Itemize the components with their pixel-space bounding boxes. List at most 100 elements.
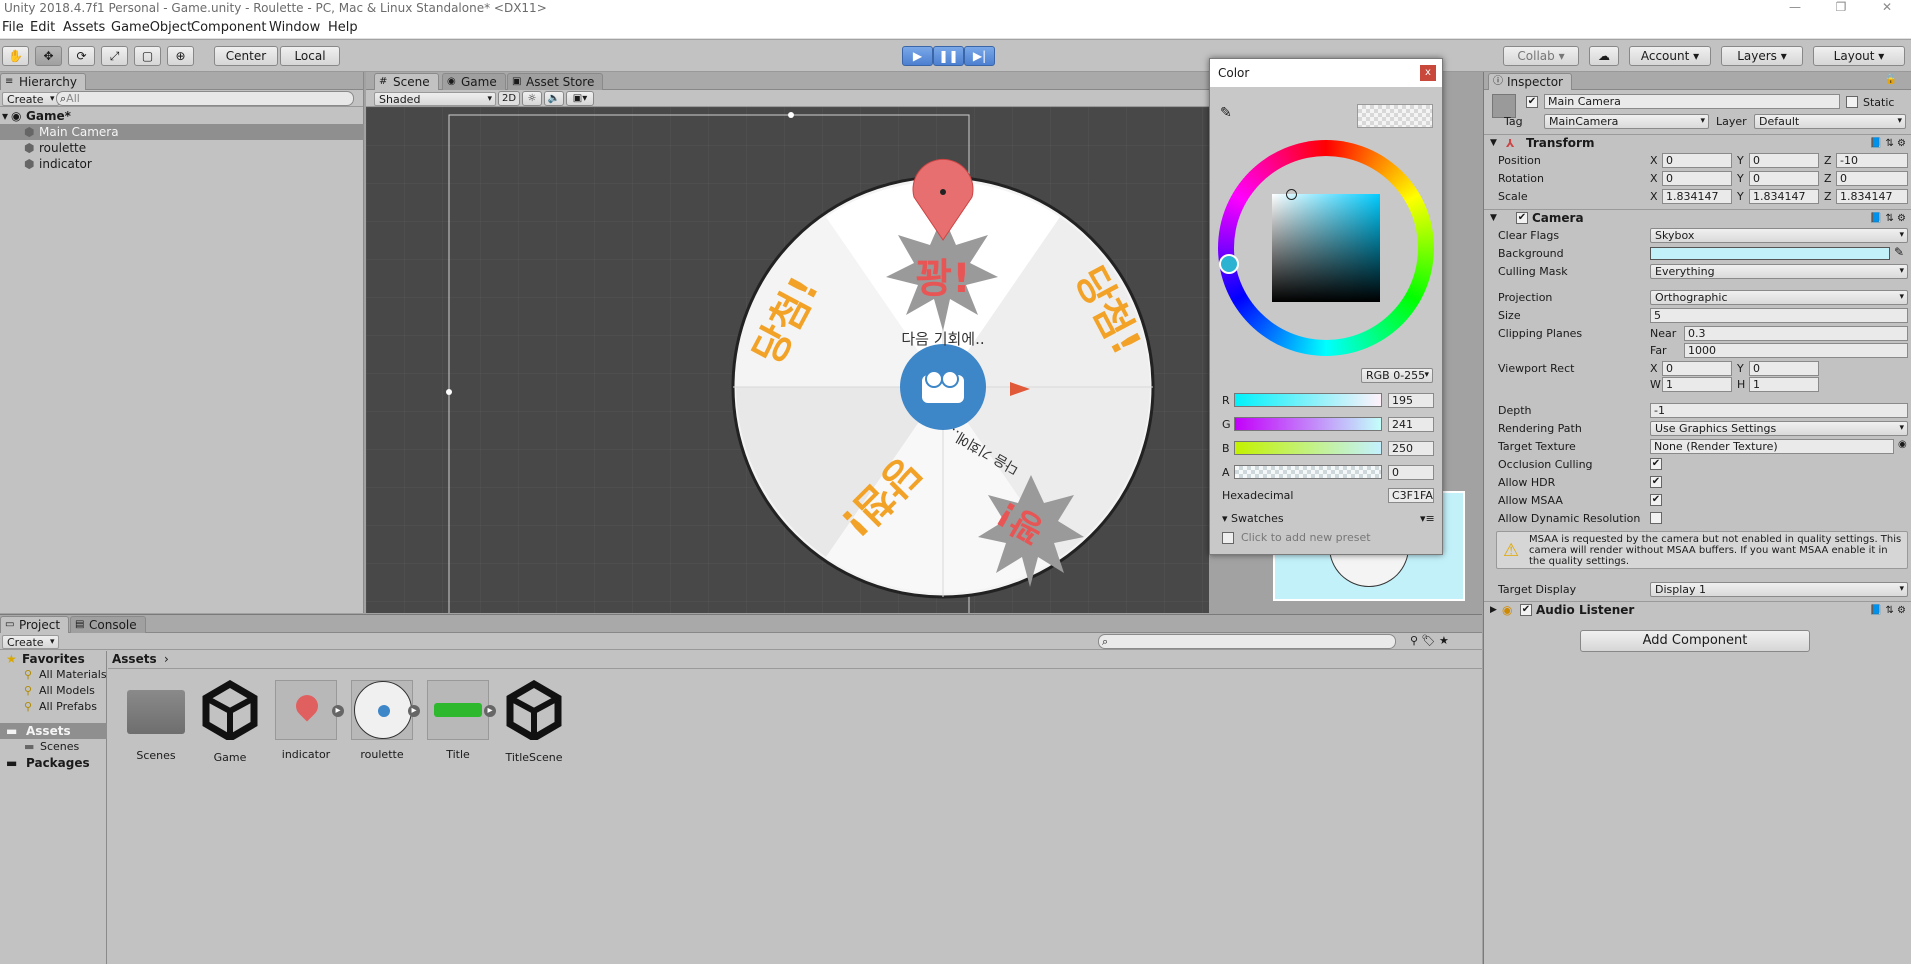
tag-dropdown[interactable]: MainCamera — [1544, 114, 1709, 129]
asset-scenes[interactable]: Scenes — [122, 680, 190, 762]
size-field[interactable]: 5 — [1650, 308, 1908, 323]
scene-root-row[interactable]: ▾ ◉ Game* — [0, 108, 364, 124]
collab-dropdown[interactable]: Collab ▾ — [1503, 46, 1579, 66]
menu-window[interactable]: Window — [269, 20, 320, 35]
minimize-icon[interactable]: — — [1772, 0, 1818, 16]
add-component-button[interactable]: Add Component — [1580, 630, 1810, 652]
eyedropper-icon[interactable]: ✎ — [1220, 105, 1232, 121]
target-display-dropdown[interactable]: Display 1 — [1650, 582, 1908, 597]
cloud-icon[interactable]: ☁ — [1589, 46, 1619, 66]
occlusion-culling-checkbox[interactable]: ✔ — [1650, 458, 1662, 470]
g-value-field[interactable]: 241 — [1388, 417, 1434, 432]
color-mode-dropdown[interactable]: RGB 0-255 — [1361, 368, 1433, 383]
position-x-field[interactable]: 0 — [1662, 153, 1732, 168]
tab-console[interactable]: ▤ Console — [70, 616, 146, 633]
swatches-menu-icon[interactable]: ▾≡ — [1420, 511, 1435, 526]
active-checkbox[interactable]: ✔ — [1526, 96, 1538, 108]
r-slider[interactable] — [1234, 393, 1382, 407]
menu-edit[interactable]: Edit — [30, 20, 55, 35]
allow-msaa-checkbox[interactable]: ✔ — [1650, 494, 1662, 506]
asset-title[interactable]: Title — [424, 680, 492, 761]
component-menu-icons[interactable]: 📘 ⇅ ⚙ — [1870, 210, 1906, 227]
lighting-toggle-icon[interactable]: ☼ — [522, 91, 542, 106]
projection-dropdown[interactable]: Orthographic — [1650, 290, 1908, 305]
object-picker-icon[interactable]: ◉ — [1898, 439, 1907, 450]
expand-sprite-icon[interactable]: ▸ — [484, 705, 496, 717]
scale-z-field[interactable]: 1.834147 — [1836, 189, 1908, 204]
hierarchy-create-dropdown[interactable]: Create — [2, 92, 59, 106]
expand-arrow-icon[interactable]: ▾ — [2, 108, 8, 124]
hierarchy-item-roulette[interactable]: ⬢ roulette — [0, 140, 364, 156]
pivot-center-button[interactable]: Center — [214, 46, 278, 66]
shading-mode-dropdown[interactable]: Shaded — [374, 92, 496, 106]
rotate-tool-icon[interactable]: ⟳ — [68, 46, 95, 66]
rotation-z-field[interactable]: 0 — [1836, 171, 1908, 186]
rendering-path-dropdown[interactable]: Use Graphics Settings — [1650, 421, 1908, 436]
layout-dropdown[interactable]: Layout ▾ — [1813, 46, 1905, 66]
eyedropper-icon[interactable]: ✎ — [1894, 245, 1904, 259]
expand-sprite-icon[interactable]: ▸ — [408, 705, 420, 717]
favorites-row[interactable]: ★ Favorites — [0, 651, 107, 667]
expand-sprite-icon[interactable]: ▸ — [332, 705, 344, 717]
sv-handle[interactable] — [1286, 189, 1297, 200]
hierarchy-item-main-camera[interactable]: ⬢ Main Camera — [0, 124, 364, 140]
target-texture-field[interactable]: None (Render Texture) — [1650, 439, 1894, 454]
near-field[interactable]: 0.3 — [1684, 326, 1908, 341]
asset-game[interactable]: Game — [196, 679, 264, 764]
step-button[interactable]: ▶| — [964, 46, 995, 66]
rect-tool-icon[interactable]: ▢ — [134, 46, 161, 66]
2d-toggle-button[interactable]: 2D — [498, 91, 520, 106]
assets-root-row[interactable]: ▬ Assets — [0, 723, 107, 739]
component-menu-icons[interactable]: 📘 ⇅ ⚙ — [1870, 602, 1906, 619]
transform-component-header[interactable]: ▼ ⅄ Transform 📘 ⇅ ⚙ — [1484, 134, 1911, 152]
scale-tool-icon[interactable]: ⤢ — [101, 46, 128, 66]
project-create-dropdown[interactable]: Create — [2, 635, 59, 649]
assets-scenes-folder[interactable]: ▬ Scenes — [0, 739, 107, 755]
far-field[interactable]: 1000 — [1684, 343, 1908, 358]
hex-value-field[interactable]: C3F1FA — [1388, 488, 1434, 503]
depth-field[interactable]: -1 — [1650, 403, 1908, 418]
account-dropdown[interactable]: Account ▾ — [1629, 46, 1711, 66]
a-value-field[interactable]: 0 — [1388, 465, 1434, 480]
packages-row[interactable]: ▬ Packages — [0, 755, 107, 771]
favorite-all-models[interactable]: ⚲ All Models — [0, 683, 107, 699]
asset-titlescene[interactable]: TitleScene — [500, 679, 568, 764]
swatches-foldout[interactable]: ▾ Swatches — [1222, 511, 1284, 526]
tab-game[interactable]: ◉ Game — [442, 73, 506, 90]
camera-enabled-checkbox[interactable]: ✔ — [1516, 212, 1528, 224]
pause-button[interactable]: ❚❚ — [933, 46, 964, 66]
hand-tool-icon[interactable]: ✋ — [2, 46, 29, 66]
close-icon[interactable]: x — [1420, 65, 1436, 81]
transform-tool-icon[interactable]: ⊕ — [167, 46, 194, 66]
lock-icon[interactable]: 🔒 — [1885, 74, 1897, 85]
culling-mask-dropdown[interactable]: Everything — [1650, 264, 1908, 279]
move-tool-icon[interactable]: ✥ — [35, 46, 62, 66]
r-value-field[interactable]: 195 — [1388, 393, 1434, 408]
hierarchy-item-indicator[interactable]: ⬢ indicator — [0, 156, 364, 172]
close-window-icon[interactable]: ✕ — [1864, 0, 1910, 16]
add-preset-icon[interactable] — [1222, 532, 1234, 544]
viewport-h-field[interactable]: 1 — [1749, 377, 1819, 392]
viewport-y-field[interactable]: 0 — [1749, 361, 1819, 376]
tab-project[interactable]: ▭ Project — [0, 616, 70, 633]
static-checkbox[interactable] — [1846, 96, 1858, 108]
scene-canvas[interactable]: 꽝! 다음 기회에.. 당첨! 당첨! 당첨! 꽝! 다음 기회에.. — [366, 107, 1209, 613]
position-y-field[interactable]: 0 — [1749, 153, 1819, 168]
hierarchy-search-input[interactable]: ⌕All — [56, 91, 354, 106]
menu-component[interactable]: Component — [191, 20, 266, 35]
b-slider[interactable] — [1234, 441, 1382, 455]
audio-listener-checkbox[interactable]: ✔ — [1520, 604, 1532, 616]
add-preset-label[interactable]: Click to add new preset — [1241, 530, 1371, 545]
viewport-w-field[interactable]: 1 — [1662, 377, 1732, 392]
tab-asset-store[interactable]: ▣ Asset Store — [507, 73, 604, 90]
scale-y-field[interactable]: 1.834147 — [1749, 189, 1819, 204]
a-slider[interactable] — [1234, 465, 1382, 479]
object-name-field[interactable]: Main Camera — [1544, 94, 1840, 109]
menu-help[interactable]: Help — [328, 20, 358, 35]
play-button[interactable]: ▶ — [902, 46, 933, 66]
filter-icons[interactable]: ⚲ 🏷 ★ — [1410, 634, 1449, 647]
breadcrumb-assets[interactable]: Assets — [112, 652, 157, 666]
restore-icon[interactable]: ❐ — [1818, 0, 1864, 16]
viewport-x-field[interactable]: 0 — [1662, 361, 1732, 376]
menu-assets[interactable]: Assets — [63, 20, 105, 35]
